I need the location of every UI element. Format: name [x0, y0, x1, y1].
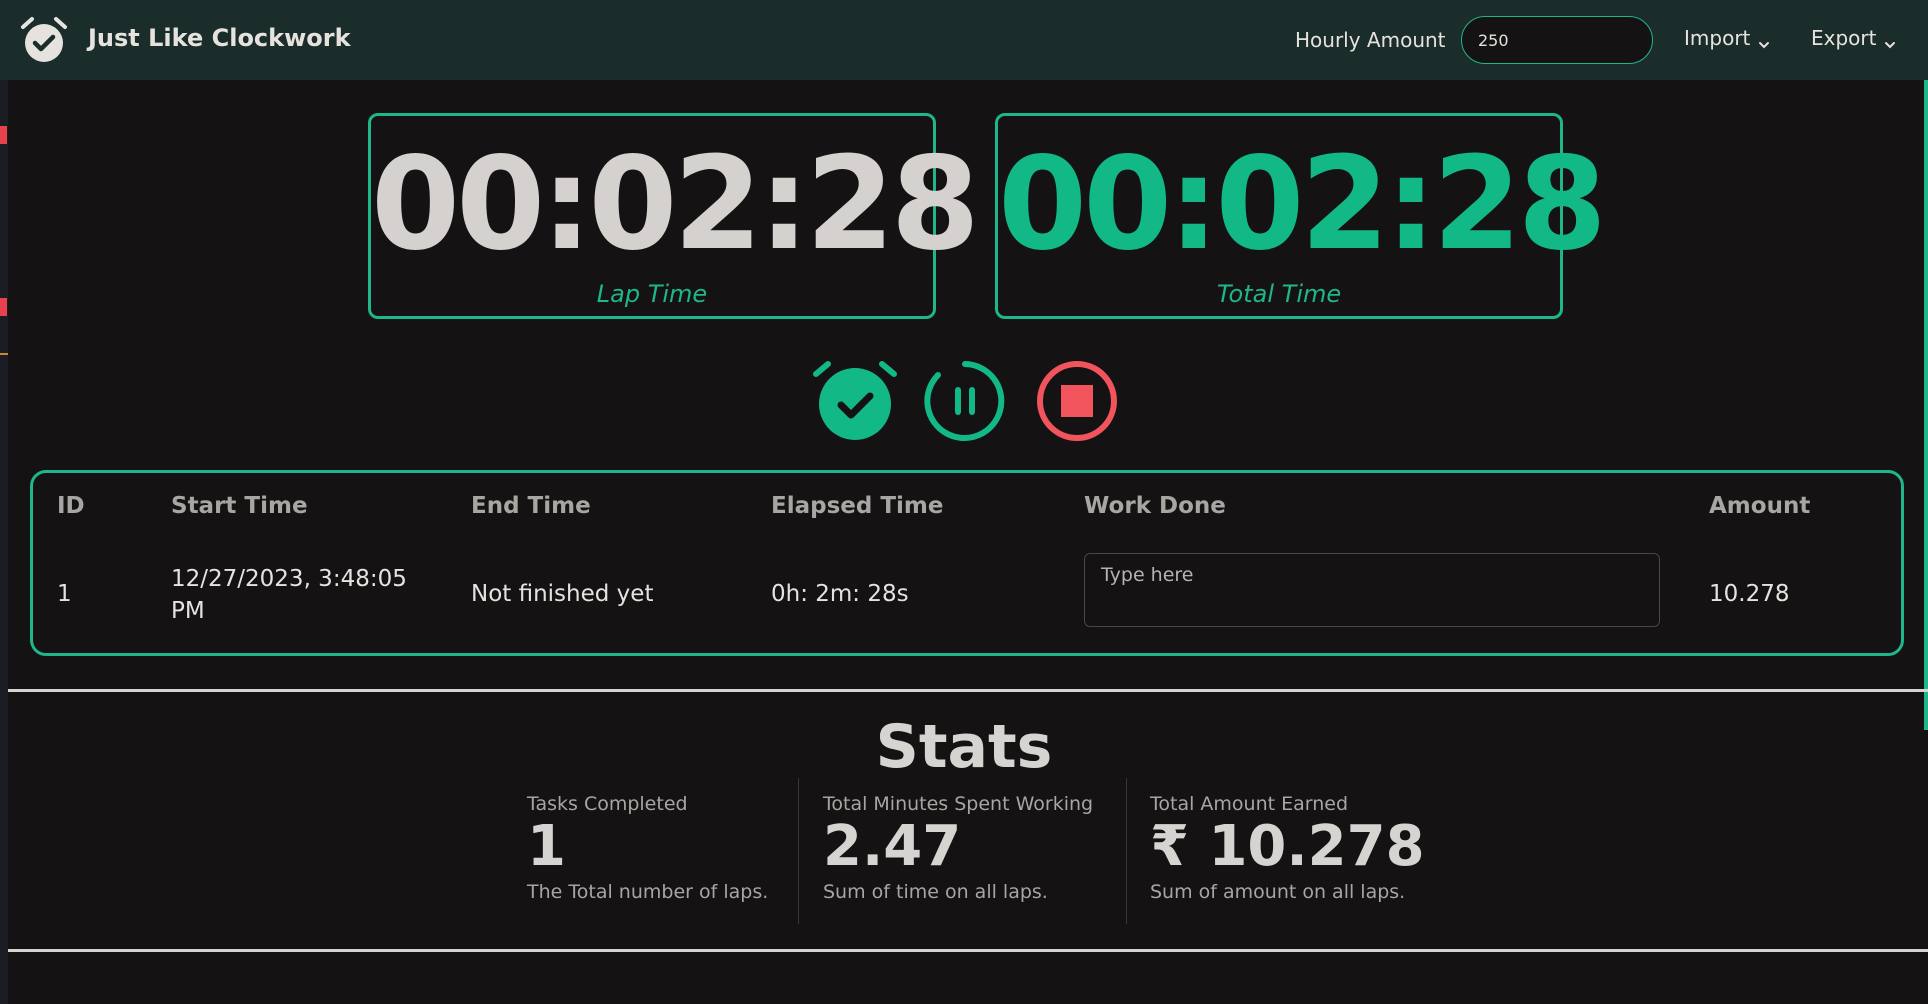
stat-total-amount: Total Amount Earned ₹ 10.278 Sum of amou…: [1150, 793, 1450, 903]
chevron-down-icon: [1758, 32, 1770, 49]
chevron-down-icon: [1884, 32, 1896, 49]
header-amount: Amount: [1709, 493, 1811, 519]
stat-description: The Total number of laps.: [527, 881, 769, 903]
cell-id: 1: [57, 581, 72, 607]
stop-button[interactable]: [1036, 360, 1122, 446]
left-edge-strip: [0, 80, 8, 1004]
import-dropdown[interactable]: Import: [1684, 26, 1770, 50]
edge-marker: [0, 298, 7, 316]
cell-start-time: 12/27/2023, 3:48:05 PM: [171, 566, 407, 624]
lap-time-value: 00:02:28: [371, 130, 980, 279]
stat-value: 2.47: [823, 814, 962, 879]
stat-divider: [1126, 778, 1127, 924]
stats-title: Stats: [875, 712, 1053, 782]
divider: [8, 689, 1928, 692]
export-label: Export: [1811, 26, 1877, 50]
stat-label: Total Minutes Spent Working: [823, 793, 1094, 815]
lap-time-label: Lap Time: [596, 280, 708, 308]
pause-icon: [924, 361, 1005, 441]
edge-line: [0, 353, 8, 355]
stat-label: Total Amount Earned: [1150, 793, 1349, 815]
header-end-time: End Time: [471, 493, 591, 519]
stat-description: Sum of amount on all laps.: [1150, 881, 1406, 903]
cell-end-time: Not finished yet: [471, 581, 654, 607]
header-start-time: Start Time: [171, 493, 308, 519]
stat-label: Tasks Completed: [527, 793, 688, 815]
alarm-check-icon: [813, 361, 897, 440]
stop-icon: [1037, 361, 1117, 441]
alarm-clock-check-icon: [19, 15, 69, 65]
navbar: Just Like Clockwork Hourly Amount Import…: [0, 0, 1928, 80]
import-label: Import: [1684, 26, 1751, 50]
stat-value: ₹ 10.278: [1150, 814, 1425, 879]
cell-amount: 10.278: [1709, 581, 1790, 607]
hourly-amount-label: Hourly Amount: [1295, 28, 1446, 52]
new-lap-button[interactable]: [812, 358, 898, 444]
stat-tasks-completed: Tasks Completed 1 The Total number of la…: [527, 793, 799, 903]
divider: [8, 949, 1928, 952]
export-dropdown[interactable]: Export: [1811, 26, 1896, 50]
header-elapsed-time: Elapsed Time: [771, 493, 944, 519]
scrollbar[interactable]: [1924, 80, 1928, 730]
lap-timer-card: 00:02:28 Lap Time: [368, 113, 980, 319]
stat-value: 1: [527, 814, 566, 879]
total-time-value: 00:02:28: [998, 130, 1607, 279]
hourly-amount-input[interactable]: [1461, 16, 1653, 64]
stat-total-minutes: Total Minutes Spent Working 2.47 Sum of …: [823, 793, 1127, 903]
header-work-done: Work Done: [1084, 493, 1226, 519]
header-id: ID: [57, 493, 85, 519]
stat-divider: [798, 778, 799, 924]
pause-button[interactable]: [924, 360, 1010, 446]
total-time-label: Total Time: [1216, 280, 1342, 308]
edge-marker: [0, 126, 7, 144]
work-done-input[interactable]: [1084, 553, 1660, 627]
laps-table: ID Start Time End Time Elapsed Time Work…: [30, 470, 1904, 656]
cell-elapsed-time: 0h: 2m: 28s: [771, 581, 909, 607]
stat-description: Sum of time on all laps.: [823, 881, 1048, 903]
total-timer-card: 00:02:28 Total Time: [995, 113, 1607, 319]
app-title: Just Like Clockwork: [88, 24, 351, 52]
